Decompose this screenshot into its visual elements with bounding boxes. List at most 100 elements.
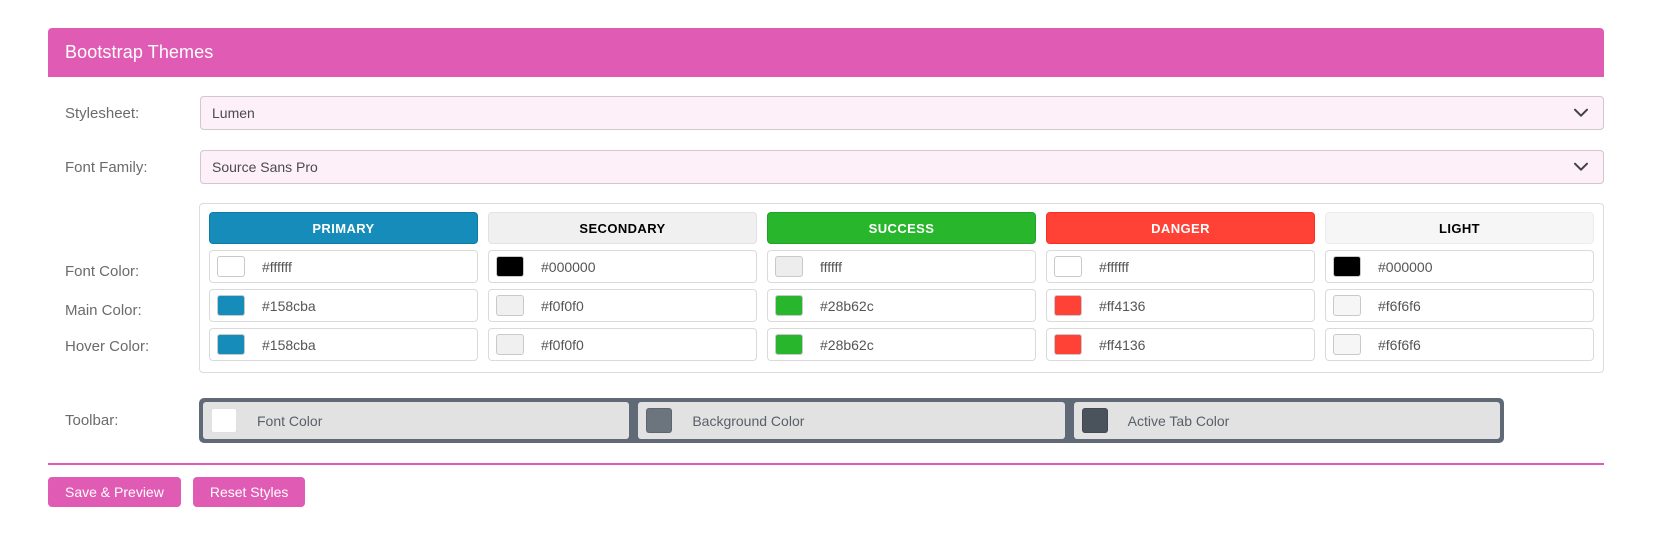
- main-color-input-success[interactable]: #28b62c: [767, 289, 1036, 322]
- hover-color-input-primary[interactable]: #158cba: [209, 328, 478, 361]
- main-color-input-secondary[interactable]: #f0f0f0: [488, 289, 757, 322]
- grid-cell-danger-font-color: #ffffff: [1046, 250, 1315, 283]
- color-swatch-danger-font-color[interactable]: [1054, 256, 1082, 277]
- toolbar-item-label: Font Color: [257, 412, 323, 429]
- theme-button-primary[interactable]: PRIMARY: [209, 212, 478, 244]
- toolbar-color-swatch[interactable]: [1081, 408, 1108, 433]
- stylesheet-select[interactable]: Lumen: [200, 96, 1604, 130]
- grid-cell-primary-main-color: #158cba: [209, 289, 478, 322]
- grid-col-primary: PRIMARY: [209, 212, 478, 244]
- theme-button-light[interactable]: LIGHT: [1325, 212, 1594, 244]
- hex-value: #ff4136: [1099, 336, 1146, 353]
- hex-value: #28b62c: [820, 336, 874, 353]
- main-color-input-danger[interactable]: #ff4136: [1046, 289, 1315, 322]
- grid-cell-success-main-color: #28b62c: [767, 289, 1036, 322]
- grid-cell-light-font-color: #000000: [1325, 250, 1594, 283]
- font-color-input-secondary[interactable]: #000000: [488, 250, 757, 283]
- hover-color-row: #158cba #f0f0f0 #28b62c #ff4136 #f6f6f6: [209, 328, 1594, 361]
- toolbar-color-swatch[interactable]: [211, 408, 237, 433]
- grid-cell-danger-hover-color: #ff4136: [1046, 328, 1315, 361]
- hex-value: #158cba: [262, 336, 316, 353]
- font-family-select[interactable]: Source Sans Pro: [200, 150, 1604, 184]
- font-color-row-label: Font Color:: [65, 263, 140, 280]
- main-color-input-light[interactable]: #f6f6f6: [1325, 289, 1594, 322]
- color-grid-panel: PRIMARY SECONDARY SUCCESS DANGER LIGHT #ffff…: [199, 203, 1604, 373]
- main-color-row: #158cba #f0f0f0 #28b62c #ff4136 #f6f6f6: [209, 289, 1594, 322]
- hex-value: #ffffff: [262, 258, 292, 275]
- stylesheet-select-wrap: Lumen: [200, 96, 1604, 130]
- grid-col-danger: DANGER: [1046, 212, 1315, 244]
- toolbar-label: Toolbar:: [65, 412, 119, 429]
- stylesheet-row: Stylesheet: Lumen: [48, 96, 1604, 130]
- color-swatch-light-main-color[interactable]: [1333, 295, 1361, 316]
- font-color-row: #ffffff #000000 ffffff #ffffff #000000: [209, 250, 1594, 283]
- theme-button-row: PRIMARY SECONDARY SUCCESS DANGER LIGHT: [209, 212, 1594, 244]
- color-swatch-light-font-color[interactable]: [1333, 256, 1361, 277]
- font-family-label: Font Family:: [65, 158, 148, 176]
- font-color-input-danger[interactable]: #ffffff: [1046, 250, 1315, 283]
- grid-col-light: LIGHT: [1325, 212, 1594, 244]
- color-swatch-danger-hover-color[interactable]: [1054, 334, 1082, 355]
- hex-value: #ff4136: [1099, 297, 1146, 314]
- font-color-input-light[interactable]: #000000: [1325, 250, 1594, 283]
- main-color-input-primary[interactable]: #158cba: [209, 289, 478, 322]
- hex-value: #ffffff: [1099, 258, 1129, 275]
- grid-col-secondary: SECONDARY: [488, 212, 757, 244]
- hex-value: #f0f0f0: [541, 336, 584, 353]
- hex-value: #f6f6f6: [1378, 336, 1421, 353]
- color-swatch-primary-hover-color[interactable]: [217, 334, 245, 355]
- toolbar-color-swatch[interactable]: [646, 408, 673, 433]
- hex-value: #f0f0f0: [541, 297, 584, 314]
- theme-editor-page: Bootstrap Themes Stylesheet: Lumen Font …: [0, 0, 1653, 555]
- theme-button-success[interactable]: SUCCESS: [767, 212, 1036, 244]
- color-swatch-secondary-hover-color[interactable]: [496, 334, 524, 355]
- panel-header: Bootstrap Themes: [48, 28, 1604, 77]
- grid-col-success: SUCCESS: [767, 212, 1036, 244]
- font-color-input-success[interactable]: ffffff: [767, 250, 1036, 283]
- hover-color-input-light[interactable]: #f6f6f6: [1325, 328, 1594, 361]
- hex-value: #28b62c: [820, 297, 874, 314]
- toolbar-item-2[interactable]: Active Tab Color: [1073, 402, 1500, 439]
- color-swatch-light-hover-color[interactable]: [1333, 334, 1361, 355]
- hex-value: #158cba: [262, 297, 316, 314]
- color-swatch-secondary-main-color[interactable]: [496, 295, 524, 316]
- footer-button-row: Save & Preview Reset Styles: [48, 477, 306, 507]
- theme-button-danger[interactable]: DANGER: [1046, 212, 1315, 244]
- color-swatch-danger-main-color[interactable]: [1054, 295, 1082, 316]
- toolbar-item-0[interactable]: Font Color: [203, 402, 630, 439]
- color-swatch-success-main-color[interactable]: [775, 295, 803, 316]
- color-swatch-success-font-color[interactable]: [775, 256, 803, 277]
- hover-color-input-secondary[interactable]: #f0f0f0: [488, 328, 757, 361]
- grid-cell-success-hover-color: #28b62c: [767, 328, 1036, 361]
- hex-value: #000000: [1378, 258, 1433, 275]
- hex-value: #f6f6f6: [1378, 297, 1421, 314]
- color-swatch-secondary-font-color[interactable]: [496, 256, 524, 277]
- grid-cell-secondary-main-color: #f0f0f0: [488, 289, 757, 322]
- grid-cell-secondary-font-color: #000000: [488, 250, 757, 283]
- toolbar-item-1[interactable]: Background Color: [638, 402, 1065, 439]
- grid-cell-primary-hover-color: #158cba: [209, 328, 478, 361]
- toolbar-item-label: Active Tab Color: [1127, 412, 1230, 429]
- reset-styles-button[interactable]: Reset Styles: [192, 477, 306, 507]
- page-title: Bootstrap Themes: [65, 42, 214, 62]
- stylesheet-label: Stylesheet:: [65, 104, 140, 122]
- save-preview-button[interactable]: Save & Preview: [48, 477, 181, 507]
- grid-cell-light-hover-color: #f6f6f6: [1325, 328, 1594, 361]
- hover-color-row-label: Hover Color:: [65, 338, 150, 355]
- grid-cell-primary-font-color: #ffffff: [209, 250, 478, 283]
- grid-cell-light-main-color: #f6f6f6: [1325, 289, 1594, 322]
- font-family-row: Font Family: Source Sans Pro: [48, 150, 1604, 184]
- color-swatch-success-hover-color[interactable]: [775, 334, 803, 355]
- font-color-input-primary[interactable]: #ffffff: [209, 250, 478, 283]
- theme-button-secondary[interactable]: SECONDARY: [488, 212, 757, 244]
- grid-cell-danger-main-color: #ff4136: [1046, 289, 1315, 322]
- color-swatch-primary-main-color[interactable]: [217, 295, 245, 316]
- hover-color-input-success[interactable]: #28b62c: [767, 328, 1036, 361]
- main-color-row-label: Main Color:: [65, 302, 142, 319]
- toolbar-item-label: Background Color: [692, 412, 805, 429]
- footer-divider: [48, 463, 1604, 465]
- hover-color-input-danger[interactable]: #ff4136: [1046, 328, 1315, 361]
- grid-cell-success-font-color: ffffff: [767, 250, 1036, 283]
- color-swatch-primary-font-color[interactable]: [217, 256, 245, 277]
- hex-value: ffffff: [820, 258, 843, 275]
